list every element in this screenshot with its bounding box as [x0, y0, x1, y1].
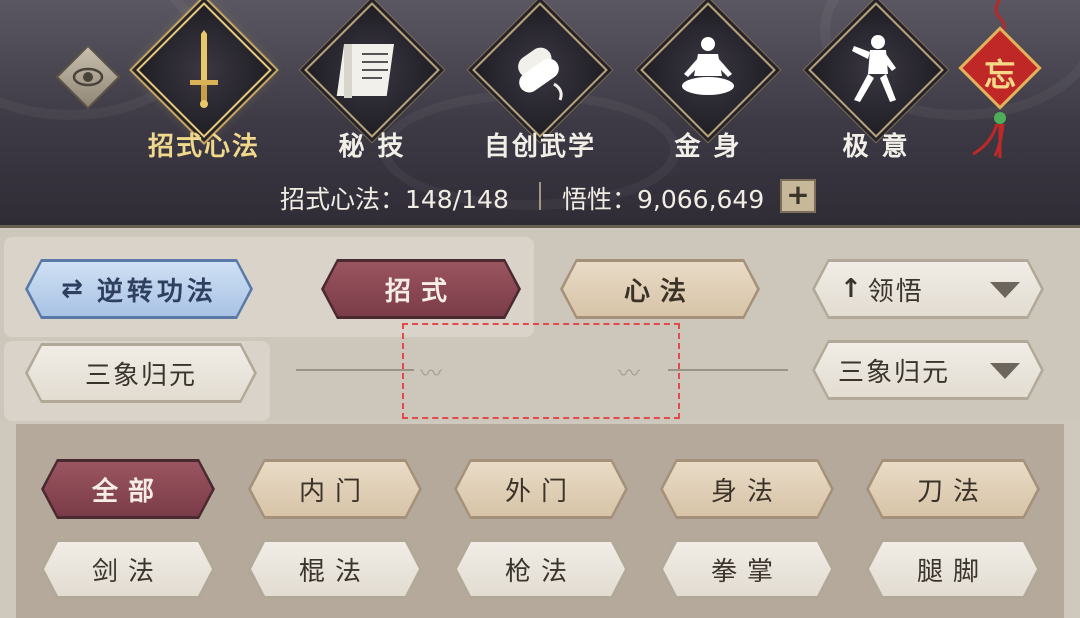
moves-count: 招式心法：148/148: [280, 185, 509, 214]
tab-label: 秘 技: [338, 132, 406, 162]
category-all-button[interactable]: 全部: [41, 459, 215, 519]
tab-golden-body[interactable]: 金 身: [638, 2, 778, 164]
eye-icon: [72, 67, 104, 87]
sort-label: 领悟: [867, 276, 924, 307]
moves-toggle-button[interactable]: 招式: [321, 259, 521, 319]
button-label: 心法: [623, 276, 696, 307]
tab-self-created[interactable]: 自创武学: [470, 2, 610, 164]
sword-icon: [190, 30, 218, 108]
scroll-book-icon: [336, 44, 395, 98]
tab-label: 招式心法: [147, 132, 260, 162]
stance-dropdown[interactable]: 三象归元: [812, 340, 1044, 400]
category-label: 棍法: [298, 556, 371, 587]
category-label: 身法: [710, 476, 783, 507]
category-blade-button[interactable]: 刀法: [866, 459, 1040, 519]
insight-value: 悟性：9,066,649: [562, 185, 765, 214]
chevron-down-icon: [990, 282, 1020, 298]
category-label: 刀法: [916, 476, 989, 507]
header-bar: 招式心法 秘 技 自创武学 金 身 极 意 忘 招式心法：148/148 悟性：…: [0, 0, 1080, 228]
tab-label: 自创武学: [483, 132, 596, 162]
swap-icon: ⇄: [61, 274, 83, 304]
ornament-line: [296, 369, 414, 371]
category-label: 外门: [504, 476, 577, 507]
stance-button[interactable]: 三象归元: [25, 343, 257, 403]
view-toggle-button[interactable]: [55, 44, 121, 110]
arrow-up-icon: ↑: [840, 274, 862, 304]
tab-moves-methods[interactable]: 招式心法: [134, 2, 274, 164]
chevron-down-icon: [990, 363, 1020, 379]
reverse-method-button[interactable]: ⇄ 逆转功法: [25, 259, 253, 319]
category-outer-button[interactable]: 外门: [454, 459, 628, 519]
tab-label: 极 意: [842, 132, 910, 162]
method-toggle-button[interactable]: 心法: [560, 259, 760, 319]
divider: [539, 182, 541, 210]
meditation-icon: [682, 37, 734, 95]
category-inner-button[interactable]: 内门: [248, 459, 422, 519]
category-sword-button[interactable]: 剑法: [41, 539, 215, 599]
category-spear-button[interactable]: 枪法: [454, 539, 628, 599]
category-label: 枪法: [504, 556, 577, 587]
category-leg-kick-button[interactable]: 腿脚: [866, 539, 1040, 599]
button-label: 招式: [384, 276, 457, 307]
dropdown-label: 三象归元: [838, 357, 951, 388]
charm-character: 忘: [983, 56, 1016, 94]
category-staff-button[interactable]: 棍法: [248, 539, 422, 599]
category-label: 腿脚: [916, 556, 989, 587]
rolled-scroll-icon: [518, 47, 563, 101]
sort-dropdown[interactable]: ↑ 领悟: [812, 259, 1044, 319]
martial-stance-icon: [852, 35, 896, 102]
tab-label: 金 身: [674, 132, 742, 162]
category-fist-palm-button[interactable]: 拳掌: [660, 539, 834, 599]
category-label: 剑法: [91, 556, 164, 587]
hanging-charm[interactable]: 忘: [955, 0, 1045, 165]
stats-bar: 招式心法：148/148 悟性：9,066,649 +: [0, 176, 1080, 216]
category-label: 内门: [298, 476, 371, 507]
button-label: 三象归元: [84, 360, 197, 391]
category-label: 拳掌: [710, 556, 783, 587]
category-movement-button[interactable]: 身法: [660, 459, 834, 519]
category-label: 全部: [91, 476, 164, 507]
add-insight-button[interactable]: +: [780, 179, 816, 213]
selection-highlight: [402, 323, 680, 419]
button-label: 逆转功法: [96, 276, 217, 307]
tab-ultimate-intent[interactable]: 极 意: [806, 2, 946, 164]
tab-secret-skills[interactable]: 秘 技: [302, 2, 442, 164]
ornament-line: [668, 369, 788, 371]
